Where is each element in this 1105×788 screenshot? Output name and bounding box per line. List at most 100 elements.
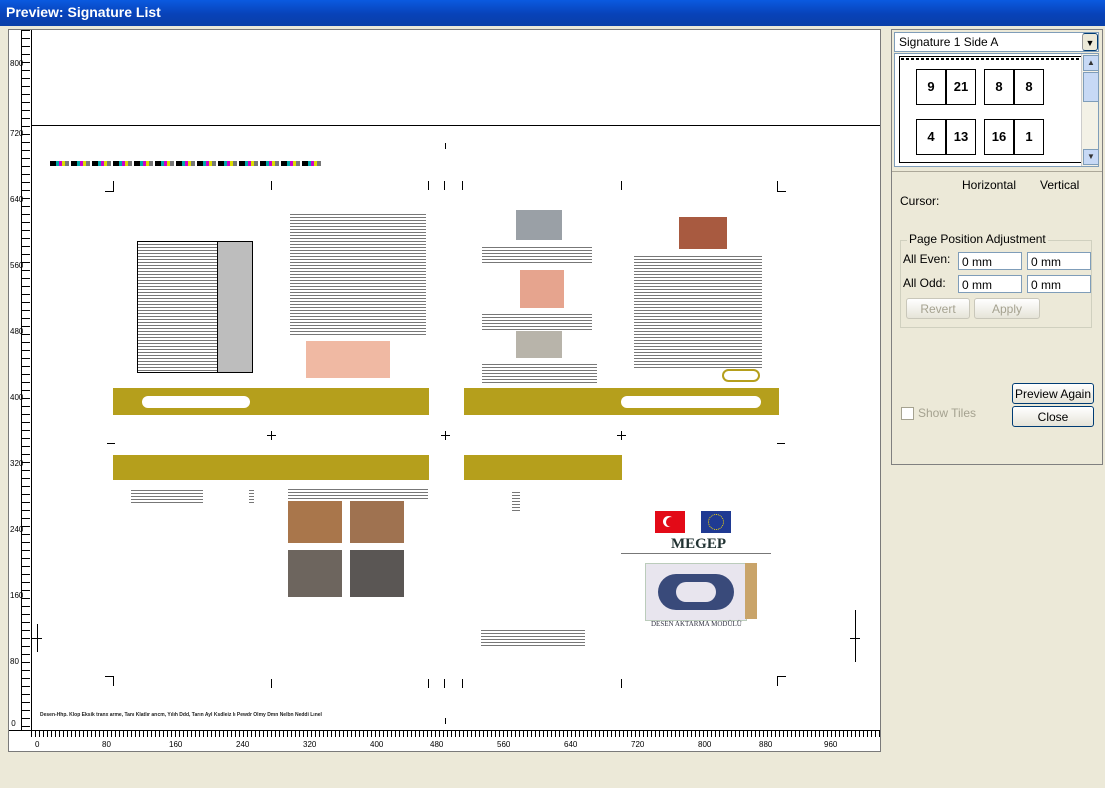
module-title: DESEN AKTARMA MODÜLÜ <box>651 620 742 628</box>
table-side-column <box>217 241 253 373</box>
image-block <box>350 501 404 543</box>
thumb-page: 16 <box>984 119 1014 155</box>
image-block <box>350 550 404 597</box>
chapter-pill <box>142 396 250 408</box>
vruler-label: 320 <box>10 459 24 468</box>
crop-mark <box>445 143 446 149</box>
preview-again-button[interactable]: Preview Again <box>1012 383 1094 404</box>
text-block <box>288 487 428 499</box>
image-block <box>679 217 727 249</box>
show-tiles-label: Show Tiles <box>918 406 977 420</box>
fold-mark <box>621 431 622 440</box>
close-button[interactable]: Close <box>1012 406 1094 427</box>
fold-mark <box>445 431 446 440</box>
turkey-flag-icon <box>655 511 685 533</box>
all-odd-label: All Odd: <box>903 276 946 290</box>
hruler-label: 560 <box>497 740 511 749</box>
title-bar: Preview: Signature List <box>0 0 1105 26</box>
revert-button[interactable]: Revert <box>906 298 970 319</box>
side-panel: Signature 1 Side A ▼ 9 21 8 8 4 13 16 1 … <box>891 29 1103 465</box>
crop-mark <box>428 181 429 190</box>
vruler-label: 560 <box>10 261 24 270</box>
eu-flag-icon <box>701 511 731 533</box>
crop-mark <box>444 679 445 688</box>
crop-mark <box>777 676 778 686</box>
crop-mark <box>444 181 445 190</box>
image-block <box>520 270 564 308</box>
footer-credit: Desen-Hhp. Klop Eksik tranx arme, Tanı K… <box>40 712 322 718</box>
text-block <box>621 551 771 555</box>
hruler-label: 400 <box>370 740 384 749</box>
hruler-label: 240 <box>236 740 250 749</box>
vruler-label: 800 <box>10 59 24 68</box>
all-odd-vertical-input[interactable]: 0 mm <box>1027 275 1091 293</box>
apply-button[interactable]: Apply <box>974 298 1040 319</box>
divider <box>892 171 1102 172</box>
fold-mark <box>107 443 115 444</box>
all-even-vertical-input[interactable]: 0 mm <box>1027 252 1091 270</box>
text-block <box>131 488 203 505</box>
horizontal-label: Horizontal <box>962 178 1017 192</box>
crop-mark <box>445 718 446 724</box>
registration-mark <box>32 638 42 639</box>
text-block <box>482 362 597 384</box>
scroll-thumb[interactable] <box>1083 72 1099 102</box>
crop-mark <box>271 181 272 190</box>
sheet-top-edge <box>32 125 880 126</box>
crop-mark <box>113 676 114 686</box>
thumb-page: 8 <box>984 69 1014 105</box>
show-tiles-checkbox[interactable] <box>901 407 914 420</box>
group-label: Page Position Adjustment <box>907 232 1048 246</box>
crop-mark <box>428 679 429 688</box>
vruler-label: 80 <box>10 657 19 666</box>
color-bar <box>50 161 322 166</box>
image-block <box>306 341 390 378</box>
image-block <box>288 550 342 597</box>
fold-mark <box>777 443 785 444</box>
chapter-band <box>464 455 622 480</box>
crop-mark <box>621 181 622 190</box>
thumb-page: 4 <box>916 119 946 155</box>
fold-mark <box>271 431 272 440</box>
signature-select-value: Signature 1 Side A <box>899 35 999 49</box>
vertical-label: Vertical <box>1040 178 1080 192</box>
window-title: Preview: Signature List <box>6 4 161 20</box>
ornament-image <box>645 563 747 621</box>
image-block <box>288 501 342 543</box>
cursor-label: Cursor: <box>900 194 940 208</box>
dropdown-arrow-icon[interactable]: ▼ <box>1082 33 1098 51</box>
crop-mark <box>462 181 463 190</box>
image-block <box>516 331 562 358</box>
vruler-label: 0 <box>11 719 16 728</box>
preview-canvas[interactable]: 800 720 640 560 480 400 320 240 160 80 0… <box>8 29 881 752</box>
hruler-label: 800 <box>698 740 712 749</box>
all-odd-horizontal-input[interactable]: 0 mm <box>958 275 1022 293</box>
page-position-adjustment-group: Page Position Adjustment All Even: 0 mm … <box>900 232 1092 328</box>
scroll-down-icon[interactable]: ▼ <box>1083 149 1099 165</box>
thumbnail-scrollbar[interactable]: ▲ ▼ <box>1081 54 1099 166</box>
vertical-ruler: 800 720 640 560 480 400 320 240 160 80 0 <box>9 30 32 730</box>
hruler-label: 320 <box>303 740 317 749</box>
signature-thumbnail: 9 21 8 8 4 13 16 1 <box>899 56 1083 163</box>
hruler-label: 720 <box>631 740 645 749</box>
crop-mark <box>462 679 463 688</box>
signature-select[interactable]: Signature 1 Side A ▼ <box>894 32 1099 52</box>
image-block <box>516 210 562 240</box>
signature-thumbnail-panel[interactable]: 9 21 8 8 4 13 16 1 ▲ ▼ <box>894 53 1099 167</box>
text-block <box>482 245 592 265</box>
crop-mark <box>105 676 114 677</box>
hruler-label: 160 <box>169 740 183 749</box>
chapter-pill <box>621 396 761 408</box>
crop-mark <box>777 181 778 191</box>
crop-mark <box>113 181 114 191</box>
thumb-page: 1 <box>1014 119 1044 155</box>
scroll-up-icon[interactable]: ▲ <box>1083 55 1099 71</box>
hruler-label: 640 <box>564 740 578 749</box>
vruler-label: 720 <box>10 129 24 138</box>
text-block <box>634 254 762 370</box>
hruler-label: 960 <box>824 740 838 749</box>
all-even-horizontal-input[interactable]: 0 mm <box>958 252 1022 270</box>
label-pill <box>722 369 760 382</box>
text-block <box>249 488 254 505</box>
registration-mark <box>850 638 860 639</box>
